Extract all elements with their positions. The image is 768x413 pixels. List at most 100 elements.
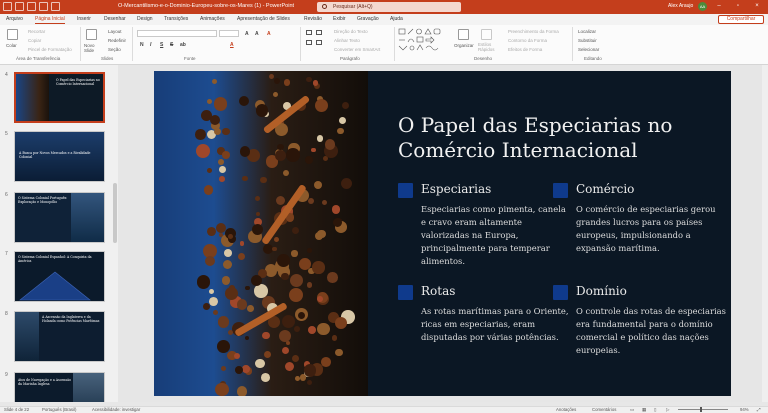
spice-grain [285,362,295,372]
thumbnail-scrollbar[interactable] [113,183,117,243]
present-icon[interactable] [51,2,60,11]
slide-title[interactable]: O Papel das Especiarias no Comércio Inte… [398,113,698,163]
zoom-level[interactable]: 94% [740,407,749,412]
comments-button[interactable]: Comentários [592,407,616,412]
format-painter-button[interactable]: Pincel de Formatação [28,47,72,52]
point-body[interactable]: O comércio de especiarias gerou grandes … [576,203,726,255]
autosave-icon[interactable] [3,2,12,11]
current-slide[interactable]: O Papel das Especiarias no Comércio Inte… [154,71,731,396]
bold-button[interactable]: N [140,42,144,48]
paste-button[interactable]: Colar [6,43,17,48]
tab-apresentacao[interactable]: Apresentação de Slides [237,16,290,22]
close-icon[interactable]: × [752,1,762,12]
shape-outline-button[interactable]: Contorno da Forma [508,38,547,43]
search-box[interactable]: Pesquisar (Alt+Q) [317,2,461,12]
italic-button[interactable]: I [150,42,151,48]
tab-exibir[interactable]: Exibir [333,16,346,22]
copy-button[interactable]: Copiar [28,38,41,43]
slide-thumbnail[interactable]: A Busca por Novos Mercados e a Rivalidad… [14,131,105,182]
shape-effects-button[interactable]: Efeitos de Forma [508,47,542,52]
undo-icon[interactable] [27,2,36,11]
font-family-select[interactable] [137,30,217,37]
bullets-icon[interactable] [306,30,312,35]
spice-grain [291,227,299,234]
layout-button[interactable]: Layout [108,29,122,34]
maximize-icon[interactable]: ▫ [733,1,743,12]
spice-grain [321,356,332,367]
slide-thumbnail[interactable]: O Sistema Colonial Português: Exploração… [14,192,105,243]
new-slide-icon[interactable] [86,29,97,40]
underline-button[interactable]: S [160,42,163,48]
minimize-icon[interactable]: – [714,1,724,12]
clear-format-icon[interactable]: A [267,31,271,37]
tab-transicoes[interactable]: Transições [164,16,188,22]
find-button[interactable]: Localizar [578,29,596,34]
slide-thumbnail[interactable]: A Ascensão da Inglaterra e da Holanda co… [14,311,105,362]
accessibility-status[interactable]: Acessibilidade: investigar [92,407,140,412]
shape-fill-button[interactable]: Preenchimento da Forma [508,29,559,34]
point-heading[interactable]: Domínio [576,284,627,298]
slide-thumbnail[interactable]: Atos de Navegação e a Ascensão da Marinh… [14,372,105,402]
spice-grain [306,248,312,253]
tab-design[interactable]: Design [137,16,153,22]
tab-inserir[interactable]: Inserir [77,16,91,22]
user-name[interactable]: Alex Araujo [668,3,693,9]
font-size-select[interactable] [219,30,239,37]
replace-button[interactable]: Substituir [578,38,597,43]
font-color-icon[interactable]: A [230,42,234,48]
arrange-icon[interactable] [458,29,469,40]
point-heading[interactable]: Comércio [576,182,634,196]
fit-slide-icon[interactable]: ⤢ [757,407,760,412]
point-body[interactable]: Especiarias como pimenta, canela e cravo… [421,203,571,268]
sorter-view-icon[interactable]: ▦ [642,407,646,413]
align-center-icon[interactable] [316,40,322,45]
paste-icon[interactable] [7,29,18,40]
zoom-slider-handle[interactable] [700,407,702,412]
align-left-icon[interactable] [306,40,312,45]
new-slide-button[interactable]: Novo Slide [84,43,102,53]
spice-grain [242,176,248,182]
shadow-button[interactable]: ab [180,42,186,48]
tab-animacoes[interactable]: Animações [200,16,225,22]
tab-ajuda[interactable]: Ajuda [390,16,403,22]
point-body[interactable]: As rotas marítimas para o Oriente, ricas… [421,305,571,344]
tab-arquivo[interactable]: Arquivo [6,16,23,22]
tab-revisao[interactable]: Revisão [304,16,322,22]
thumbnail-image [19,271,91,301]
avatar[interactable]: AA [698,2,707,11]
editor-scrollbar[interactable] [762,65,768,402]
tab-desenhar[interactable]: Desenhar [104,16,126,22]
point-heading[interactable]: Especiarias [421,182,491,196]
point-body[interactable]: O controle das rotas de especiarias era … [576,305,726,357]
shapes-gallery[interactable] [398,28,450,54]
slide-thumbnail[interactable]: O Papel das Especiarias no Comércio Inte… [14,72,105,123]
smartart-button[interactable]: Converter em SmartArt [334,47,380,52]
point-heading[interactable]: Rotas [421,284,455,298]
language-status[interactable]: Português (Brasil) [42,407,76,412]
tab-pagina-inicial[interactable]: Página Inicial [35,16,65,24]
arrange-button[interactable]: Organizar [454,43,474,48]
numbering-icon[interactable] [316,30,322,35]
notes-button[interactable]: Anotações [556,407,576,412]
align-text-button[interactable]: Alinhar Texto [334,38,360,43]
share-button[interactable]: Compartilhar [718,15,764,24]
grow-font-icon[interactable]: A [245,31,249,37]
spice-grain [274,149,286,161]
slide-thumbnail[interactable]: O Sistema Colonial Espanhol: A Conquista… [14,251,105,302]
zoom-slider[interactable] [678,409,728,410]
reset-button[interactable]: Redefinir [108,38,126,43]
strikethrough-button[interactable]: S [170,42,173,48]
quick-styles-button[interactable]: Estilos Rápidos [478,42,500,52]
text-direction-button[interactable]: Direção do Texto [334,29,368,34]
save-icon[interactable] [15,2,24,11]
cut-button[interactable]: Recortar [28,29,45,34]
tab-gravacao[interactable]: Gravação [357,16,379,22]
reading-view-icon[interactable]: ▯ [654,407,656,413]
slideshow-view-icon[interactable]: ▷ [666,407,669,413]
normal-view-icon[interactable]: ▭ [630,407,634,413]
shrink-font-icon[interactable]: A [255,31,259,37]
quick-styles-icon[interactable] [481,29,492,40]
section-button[interactable]: Seção [108,47,121,52]
redo-icon[interactable] [39,2,48,11]
select-button[interactable]: Selecionar [578,47,599,52]
